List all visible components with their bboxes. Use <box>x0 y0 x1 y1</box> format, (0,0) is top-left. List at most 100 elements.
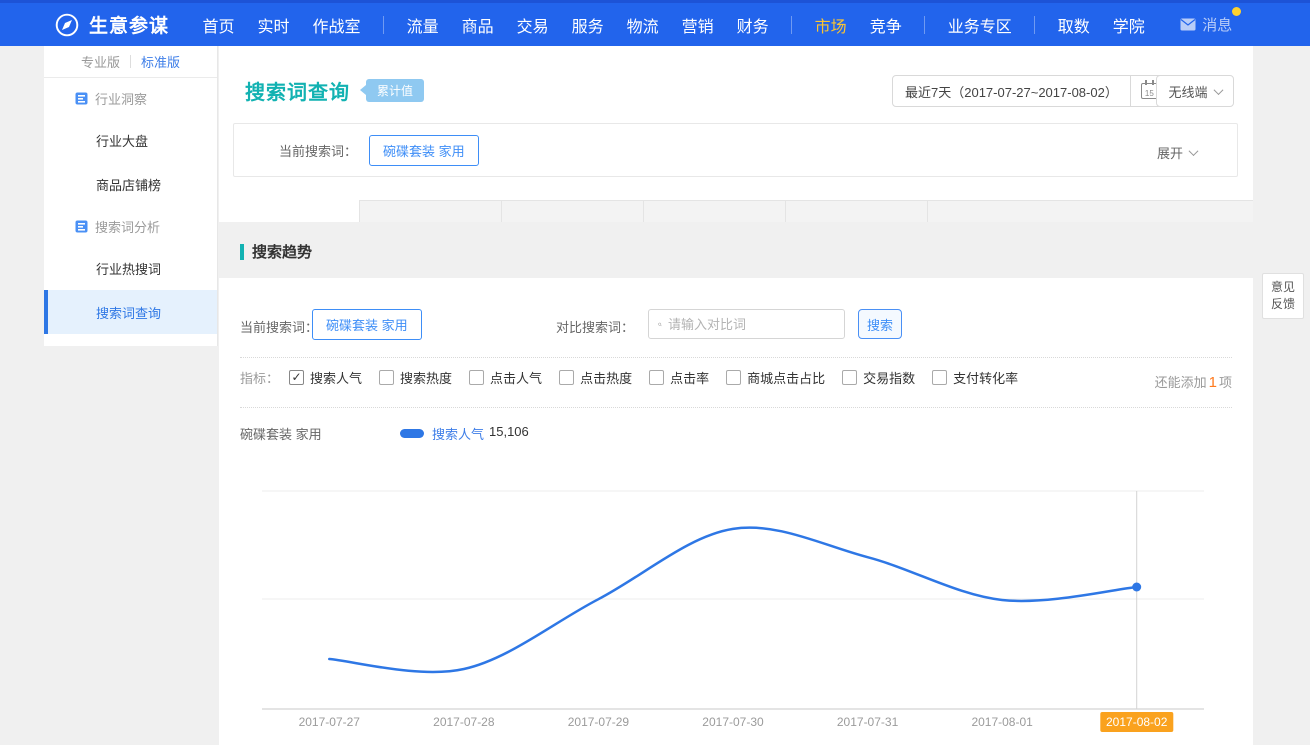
current-search-term-box: 当前搜索词： 碗碟套装 家用 展开 <box>233 123 1238 177</box>
nav-divider <box>791 16 792 34</box>
tab-segment[interactable] <box>502 200 644 222</box>
section-title-text: 搜索趋势 <box>252 241 312 262</box>
brand[interactable]: 生意参谋 <box>54 11 169 38</box>
nav-divider <box>924 16 925 34</box>
legend-series-value: 15,106 <box>489 424 529 439</box>
sidebar-version-tabs: 专业版 标准版 <box>44 46 217 78</box>
expand-toggle[interactable]: 展开 <box>1157 143 1197 162</box>
sidebar-group-label: 行业洞察 <box>95 89 147 108</box>
sidebar-group-label: 搜索词分析 <box>95 217 160 236</box>
dotted-divider <box>240 407 1232 408</box>
checkbox-icon <box>726 370 741 385</box>
feedback-button[interactable]: 意见 反馈 <box>1262 273 1304 319</box>
report-icon <box>75 220 88 233</box>
envelope-icon <box>1180 18 1196 31</box>
x-tick-label-highlighted: 2017-08-02 <box>1100 712 1173 732</box>
report-icon <box>75 92 88 105</box>
x-tick-label: 2017-07-28 <box>427 712 500 732</box>
nav-item-home[interactable]: 首页 <box>191 13 246 37</box>
nav-item-finance[interactable]: 财务 <box>725 13 780 37</box>
sidebar-item-search-word-query[interactable]: 搜索词查询 <box>44 290 217 334</box>
brand-name: 生意参谋 <box>89 11 169 38</box>
nav-item-data-fetch[interactable]: 取数 <box>1046 13 1101 37</box>
x-tick-label: 2017-07-30 <box>696 712 769 732</box>
remaining-count: 1 <box>1207 374 1219 391</box>
tab-professional[interactable]: 专业版 <box>71 52 130 71</box>
page-header-card: 搜索词查询 累计值 最近7天（2017-07-27~2017-08-02） 15… <box>219 46 1253 200</box>
nav-item-competition[interactable]: 竞争 <box>858 13 913 37</box>
feedback-text: 反馈 <box>1263 296 1303 313</box>
metric-label: 交易指数 <box>863 368 915 387</box>
terminal-select[interactable]: 无线端 <box>1156 75 1234 107</box>
nav-item-business-zone[interactable]: 业务专区 <box>936 13 1023 37</box>
nav-divider <box>383 16 384 34</box>
metric-checkbox-click-rate[interactable]: 点击率 <box>649 368 709 387</box>
notification-dot <box>1232 7 1241 16</box>
tab-segment-active[interactable] <box>219 200 360 222</box>
x-tick-label: 2017-08-01 <box>965 712 1038 732</box>
search-button[interactable]: 搜索 <box>858 309 902 339</box>
metric-checkbox-click-heat[interactable]: 点击热度 <box>559 368 632 387</box>
date-range-picker[interactable]: 最近7天（2017-07-27~2017-08-02） 15 <box>892 75 1169 107</box>
remaining-prefix: 还能添加 <box>1155 375 1207 390</box>
metric-checkbox-mall-click-share[interactable]: 商城点击占比 <box>726 368 825 387</box>
checkbox-icon <box>649 370 664 385</box>
metric-label: 搜索人气 <box>310 368 362 387</box>
metric-checkbox-trade-index[interactable]: 交易指数 <box>842 368 915 387</box>
nav-item-academy[interactable]: 学院 <box>1101 13 1156 37</box>
compare-search-input[interactable] <box>668 317 844 332</box>
nav-item-market[interactable]: 市场 <box>803 13 858 37</box>
nav-item-service[interactable]: 服务 <box>560 13 615 37</box>
tab-segment[interactable] <box>360 200 502 222</box>
line-chart-canvas <box>219 460 1253 745</box>
trend-line <box>329 528 1136 672</box>
metric-checkbox-search-popularity[interactable]: ✓ 搜索人气 <box>289 368 362 387</box>
nav-item-logistics[interactable]: 物流 <box>615 13 670 37</box>
message-label: 消息 <box>1202 14 1232 35</box>
nav-divider <box>1034 16 1035 34</box>
nav-item-realtime[interactable]: 实时 <box>246 13 301 37</box>
nav-item-warroom[interactable]: 作战室 <box>301 13 372 37</box>
legend-term: 碗碟套装 家用 <box>240 424 322 443</box>
expand-label: 展开 <box>1157 143 1183 162</box>
checkbox-icon <box>469 370 484 385</box>
compare-term-label: 对比搜索词： <box>556 317 634 336</box>
sidebar-group-industry-insight[interactable]: 行业洞察 <box>44 78 217 118</box>
checkbox-icon: ✓ <box>289 370 304 385</box>
tab-segment[interactable] <box>644 200 786 222</box>
sidebar-item-industry-overview[interactable]: 行业大盘 <box>44 118 217 162</box>
nav-item-goods[interactable]: 商品 <box>450 13 505 37</box>
metric-checkbox-search-heat[interactable]: 搜索热度 <box>379 368 452 387</box>
sidebar-item-industry-hot-words[interactable]: 行业热搜词 <box>44 246 217 290</box>
metric-checkbox-click-popularity[interactable]: 点击人气 <box>469 368 542 387</box>
sidebar-group-search-analysis[interactable]: 搜索词分析 <box>44 206 217 246</box>
tab-standard[interactable]: 标准版 <box>131 52 190 71</box>
metric-label: 搜索热度 <box>400 368 452 387</box>
trend-chart[interactable]: 2017-07-27 2017-07-28 2017-07-29 2017-07… <box>219 460 1253 745</box>
section-accent-bar <box>240 244 244 260</box>
current-term-button[interactable]: 碗碟套装 家用 <box>369 135 479 166</box>
sidebar-item-goods-shop-rank[interactable]: 商品店铺榜 <box>44 162 217 206</box>
legend-line-marker <box>400 429 424 438</box>
metric-checkbox-pay-conversion[interactable]: 支付转化率 <box>932 368 1018 387</box>
nav-item-trade[interactable]: 交易 <box>505 13 560 37</box>
tab-segment[interactable] <box>928 200 1253 222</box>
checkbox-icon <box>379 370 394 385</box>
dotted-divider <box>240 357 1232 358</box>
chevron-down-icon <box>1189 146 1199 156</box>
message-entry[interactable]: 消息 <box>1180 14 1232 35</box>
tab-segment[interactable] <box>786 200 928 222</box>
metric-label: 支付转化率 <box>953 368 1018 387</box>
metric-label: 商城点击占比 <box>747 368 825 387</box>
sidebar: 专业版 标准版 行业洞察 行业大盘 商品店铺榜 搜索词分析 行业热搜词 搜索词查… <box>44 46 218 346</box>
current-term-button[interactable]: 碗碟套装 家用 <box>312 309 422 340</box>
compass-logo-icon <box>54 12 80 38</box>
nav-item-marketing[interactable]: 营销 <box>670 13 725 37</box>
page-title: 搜索词查询 <box>245 76 350 105</box>
nav-item-traffic[interactable]: 流量 <box>395 13 450 37</box>
top-nav: 生意参谋 首页 实时 作战室 流量 商品 交易 服务 物流 营销 财务 市场 竞… <box>0 0 1310 46</box>
chart-legend: 碗碟套装 家用 搜索人气 15,106 <box>219 422 1253 442</box>
x-tick-label: 2017-07-29 <box>562 712 635 732</box>
x-tick-label: 2017-07-31 <box>831 712 904 732</box>
metric-tab-strip <box>219 200 1253 222</box>
